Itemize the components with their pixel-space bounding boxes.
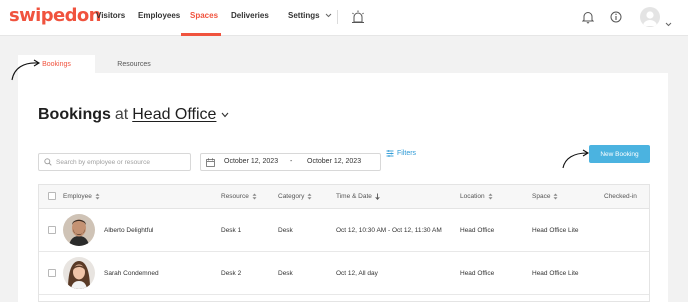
nav-settings[interactable]: Settings bbox=[288, 11, 332, 20]
space-cell: Head Office Lite bbox=[532, 270, 579, 277]
account-menu-chevron[interactable] bbox=[665, 14, 672, 32]
row-checkbox[interactable] bbox=[48, 226, 56, 234]
sort-icon bbox=[553, 193, 558, 200]
chevron-down-icon[interactable] bbox=[221, 112, 229, 118]
search-field[interactable] bbox=[38, 153, 191, 171]
avatar-icon bbox=[643, 11, 657, 26]
column-header-space[interactable]: Space bbox=[532, 193, 558, 200]
column-header-label: Location bbox=[460, 193, 485, 200]
date-to[interactable]: October 12, 2023 bbox=[307, 158, 361, 165]
search-input[interactable] bbox=[56, 158, 186, 166]
page-title: Bookings at Head Office bbox=[38, 106, 229, 124]
table-row[interactable]: Sarah Condemned Desk 2 Desk Oct 12, All … bbox=[39, 252, 649, 295]
building-alarm-icon[interactable] bbox=[350, 9, 366, 25]
filter-icon bbox=[386, 150, 394, 157]
category-cell: Desk bbox=[278, 270, 293, 277]
app-logo[interactable]: swipedon bbox=[9, 5, 101, 26]
date-from[interactable]: October 12, 2023 bbox=[224, 158, 278, 165]
bookings-table: Employee Resource Category Time & Date L… bbox=[38, 184, 650, 302]
column-header-category[interactable]: Category bbox=[278, 193, 312, 200]
bell-icon[interactable] bbox=[580, 9, 596, 25]
column-header-employee[interactable]: Employee bbox=[63, 193, 100, 200]
sort-icon bbox=[95, 193, 100, 200]
nav-visitors[interactable]: Visitors bbox=[96, 11, 125, 20]
nav-settings-label: Settings bbox=[288, 11, 320, 20]
nav-spaces[interactable]: Spaces bbox=[190, 11, 218, 20]
column-header-label: Time & Date bbox=[336, 193, 372, 200]
table-header: Employee Resource Category Time & Date L… bbox=[39, 185, 649, 209]
calendar-icon bbox=[206, 158, 215, 167]
location-selector[interactable]: Head Office bbox=[132, 106, 216, 124]
employee-avatar bbox=[63, 257, 95, 289]
column-header-label: Checked-in bbox=[604, 193, 637, 200]
column-header-label: Space bbox=[532, 193, 551, 200]
date-range-picker[interactable]: October 12, 2023 - October 12, 2023 bbox=[200, 153, 381, 171]
resource-cell: Desk 2 bbox=[221, 270, 242, 277]
sort-descending-icon bbox=[375, 193, 380, 200]
location-cell: Head Office bbox=[460, 227, 495, 234]
sort-icon bbox=[252, 193, 257, 200]
column-header-location[interactable]: Location bbox=[460, 193, 493, 200]
category-cell: Desk bbox=[278, 227, 293, 234]
new-booking-button[interactable]: New Booking bbox=[589, 145, 650, 163]
location-cell: Head Office bbox=[460, 270, 495, 277]
column-header-label: Category bbox=[278, 193, 305, 200]
employee-avatar bbox=[63, 214, 95, 246]
time-date-cell: Oct 12, All day bbox=[336, 270, 378, 277]
chevron-down-icon bbox=[665, 22, 672, 27]
page-title-label: Bookings bbox=[38, 106, 111, 123]
chevron-down-icon bbox=[325, 13, 331, 18]
nav-active-indicator bbox=[181, 33, 221, 36]
column-header-label: Resource bbox=[221, 193, 249, 200]
nav-employees[interactable]: Employees bbox=[138, 11, 180, 20]
search-icon bbox=[44, 158, 52, 166]
nav-deliveries[interactable]: Deliveries bbox=[231, 11, 269, 20]
select-all-checkbox[interactable] bbox=[48, 192, 56, 200]
filters-button[interactable]: Filters bbox=[386, 150, 416, 157]
date-separator: - bbox=[290, 158, 293, 165]
column-header-checked-in: Checked-in bbox=[604, 193, 637, 200]
employee-name[interactable]: Alberto Delightful bbox=[104, 227, 154, 234]
info-icon[interactable] bbox=[608, 9, 624, 25]
top-navigation: swipedon Visitors Employees Spaces Deliv… bbox=[0, 0, 688, 36]
column-header-label: Employee bbox=[63, 193, 92, 200]
sort-icon bbox=[307, 193, 312, 200]
annotation-arrow bbox=[562, 149, 590, 169]
nav-divider bbox=[337, 10, 338, 24]
column-header-time-date[interactable]: Time & Date bbox=[336, 193, 380, 200]
time-date-cell: Oct 12, 10:30 AM - Oct 12, 11:30 AM bbox=[336, 227, 442, 234]
row-checkbox[interactable] bbox=[48, 269, 56, 277]
sort-icon bbox=[488, 193, 493, 200]
column-header-resource[interactable]: Resource bbox=[221, 193, 257, 200]
resource-cell: Desk 1 bbox=[221, 227, 242, 234]
space-cell: Head Office Lite bbox=[532, 227, 579, 234]
page-title-at: at bbox=[114, 106, 129, 123]
user-avatar[interactable] bbox=[640, 7, 660, 27]
table-row[interactable]: Alberto Delightful Desk 1 Desk Oct 12, 1… bbox=[39, 209, 649, 252]
filters-label: Filters bbox=[397, 150, 417, 157]
tab-resources[interactable]: Resources bbox=[100, 55, 168, 73]
employee-name[interactable]: Sarah Condemned bbox=[104, 270, 159, 277]
